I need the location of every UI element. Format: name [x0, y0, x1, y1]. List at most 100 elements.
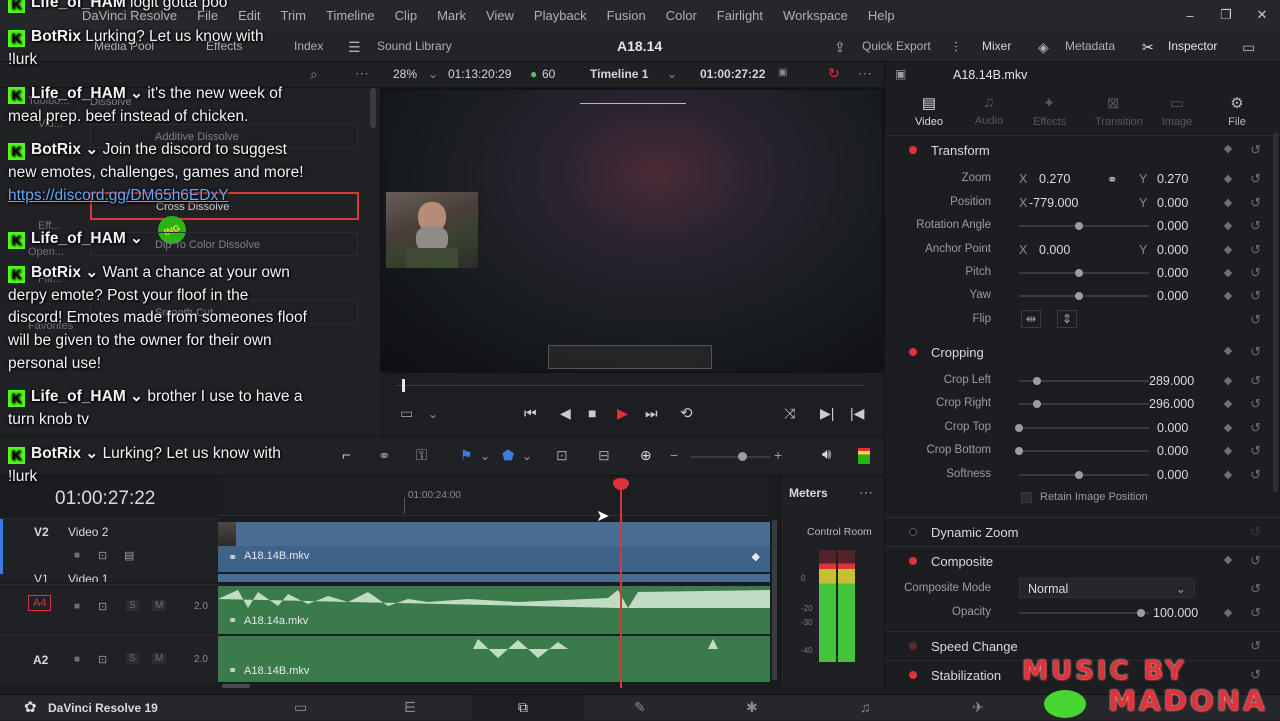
section-enable-dot[interactable] — [909, 146, 917, 154]
search-icon[interactable]: ⌕ — [310, 66, 318, 83]
crop-right-value[interactable]: 296.000 — [1149, 397, 1194, 411]
deliver-page-icon[interactable]: ✈ — [972, 699, 984, 716]
reset-icon[interactable]: ↺ — [1250, 242, 1261, 258]
position-x-value[interactable]: -779.000 — [1029, 196, 1078, 210]
reset-icon[interactable]: ↺ — [1250, 605, 1261, 621]
keyframe-diamond-icon[interactable] — [1223, 245, 1233, 255]
track-header-a4[interactable]: A4 ■ ⊡ S M 2.0 — [0, 584, 218, 634]
softness-knob[interactable] — [1075, 471, 1083, 479]
anchor-y-value[interactable]: 0.000 — [1157, 243, 1188, 257]
video-clip-v2-thumb[interactable] — [218, 522, 770, 546]
reset-icon[interactable]: ↺ — [1250, 195, 1261, 211]
yaw-value[interactable]: 0.000 — [1157, 289, 1188, 303]
fullscreen-icon[interactable]: ▭ — [1242, 39, 1255, 56]
composite-mode-dropdown[interactable]: Normal ⌄ — [1019, 578, 1195, 598]
color-page-icon[interactable]: ✱ — [746, 699, 758, 716]
keyframe-diamond-icon[interactable] — [1223, 174, 1233, 184]
keyframe-diamond-icon[interactable] — [1223, 144, 1233, 154]
menu-playback[interactable]: Playback — [534, 8, 587, 23]
reset-icon[interactable]: ↺ — [1250, 344, 1261, 360]
cut-page-icon[interactable]: ⋿ — [404, 699, 416, 716]
cropping-section[interactable]: Cropping ↺ — [885, 338, 1280, 366]
reset-icon[interactable]: ↺ — [1250, 171, 1261, 187]
menu-edit[interactable]: Edit — [238, 8, 260, 23]
effects-label[interactable]: Eff... — [38, 220, 60, 232]
timeline-ruler[interactable]: 01:00:24:00 — [218, 476, 770, 516]
menu-timeline[interactable]: Timeline — [326, 8, 375, 23]
tab-image[interactable]: ▭ Image — [1159, 94, 1195, 128]
loop-icon[interactable]: ⟲ — [680, 404, 693, 422]
section-enable-dot[interactable] — [909, 557, 917, 565]
effect-item-additive-dissolve[interactable]: Additive Dissolve — [90, 124, 358, 148]
lock-icon[interactable]: ⚿ — [416, 447, 427, 464]
flip-horizontal-icon[interactable]: ⇹ — [1021, 310, 1041, 328]
flip-vertical-icon[interactable]: ⇕ — [1057, 310, 1077, 328]
fairlight-page-icon[interactable]: ♫ — [860, 699, 871, 715]
solo-a4-button[interactable]: S — [126, 600, 139, 611]
effect-item-smooth-cut[interactable]: Smooth Cut — [90, 300, 358, 324]
mixer-button[interactable]: Mixer — [982, 39, 1011, 53]
viewer-mode-icon[interactable]: ▭ — [400, 405, 413, 422]
reset-icon[interactable]: ↺ — [1250, 142, 1261, 158]
skip-forward-icon[interactable]: ⏭ — [645, 405, 658, 422]
pitch-value[interactable]: 0.000 — [1157, 266, 1188, 280]
reset-icon[interactable]: ↺ — [1250, 218, 1261, 234]
auto-select-icon[interactable]: ⊡ — [98, 549, 107, 562]
auto-select-a2-icon[interactable]: ⊡ — [98, 653, 107, 666]
position-y-value[interactable]: 0.000 — [1157, 196, 1188, 210]
volume-icon[interactable]: 🔊︎ — [822, 446, 831, 463]
dynamic-zoom-section[interactable]: Dynamic Zoom ↺ — [885, 517, 1280, 545]
menu-fusion[interactable]: Fusion — [607, 8, 646, 23]
reset-icon[interactable]: ↺ — [1250, 396, 1261, 412]
audio-clip-a2[interactable]: ⚭ A18.14B.mkv — [218, 636, 770, 682]
keyframe-icon[interactable]: ◆ — [752, 550, 760, 563]
crop-right-knob[interactable] — [1033, 400, 1041, 408]
softness-value[interactable]: 0.000 — [1157, 468, 1188, 482]
menu-color[interactable]: Color — [666, 8, 697, 23]
media-page-icon[interactable]: ▭ — [294, 699, 307, 716]
pitch-knob[interactable] — [1075, 269, 1083, 277]
track-header-a2[interactable]: A2 ■ ⊡ S M 2.0 — [0, 634, 218, 684]
sync-icon[interactable]: ↻ — [828, 65, 840, 82]
crop-top-knob[interactable] — [1015, 424, 1023, 432]
menu-trim[interactable]: Trim — [281, 8, 307, 23]
link-icon[interactable]: ⚭ — [378, 447, 391, 465]
track-name-v2[interactable]: Video 2 — [68, 525, 108, 539]
keyframe-diamond-icon[interactable] — [1223, 470, 1233, 480]
transform-section[interactable]: Transform ↺ — [885, 136, 1280, 164]
match-frame-icon[interactable]: ⤨ — [784, 405, 795, 422]
crop-top-slider[interactable] — [1019, 427, 1149, 429]
menu-davinci[interactable]: DaVinci Resolve — [82, 8, 177, 23]
mute-a2-button[interactable]: M — [152, 653, 167, 664]
effects-button[interactable]: Effects — [206, 39, 242, 53]
keyframe-diamond-icon[interactable] — [1223, 376, 1233, 386]
timeline-h-scrollbar[interactable] — [222, 684, 250, 688]
snap-icon[interactable]: ⌐ — [342, 447, 351, 464]
next-edit-icon[interactable]: ▶| — [820, 405, 834, 422]
effects-scrollbar[interactable] — [370, 88, 376, 128]
mute-a4-button[interactable]: M — [152, 600, 167, 611]
section-toggle-dot[interactable] — [909, 528, 917, 536]
video-clip-v2[interactable]: ⚭ A18.14B.mkv ◆ — [218, 546, 770, 572]
maximize-button[interactable]: ❐ — [1208, 7, 1244, 23]
chevron-down-icon[interactable]: ⌄ — [428, 67, 438, 81]
reset-icon[interactable]: ↺ — [1250, 288, 1261, 304]
zoom-level[interactable]: 28% — [393, 67, 417, 81]
track-header-v2[interactable]: V2 Video 2 ■ ⊡ ▤ — [0, 518, 218, 575]
reset-icon[interactable]: ↺ — [1250, 553, 1261, 569]
menu-view[interactable]: View — [486, 8, 514, 23]
lock-track-a2-icon[interactable]: ■ — [74, 654, 80, 665]
crop-bottom-value[interactable]: 0.000 — [1157, 444, 1188, 458]
video-clip-v1[interactable] — [218, 574, 770, 582]
reset-icon[interactable]: ↺ — [1250, 373, 1261, 389]
reset-icon[interactable]: ↺ — [1250, 312, 1261, 328]
menu-fairlight[interactable]: Fairlight — [717, 8, 763, 23]
zoom-slider-track[interactable] — [690, 456, 770, 458]
keyframe-diamond-icon[interactable] — [1223, 555, 1233, 565]
zoom-fit-icon[interactable]: ⊡ — [556, 447, 568, 464]
flag-chevron-icon[interactable]: ⌄ — [480, 449, 490, 463]
tab-audio[interactable]: ♫ Audio — [973, 94, 1005, 127]
stop-icon[interactable]: ■ — [588, 405, 596, 421]
prev-edit-icon[interactable]: |◀ — [850, 405, 864, 422]
hd-badge-icon[interactable]: ▣ — [778, 67, 787, 78]
